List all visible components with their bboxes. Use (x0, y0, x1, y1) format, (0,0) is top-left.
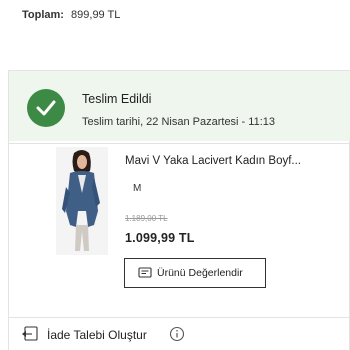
delivery-status: Teslim Edildi Teslim tarihi, 22 Nisan Pa… (9, 71, 350, 141)
return-request-row[interactable]: İade Talebi Oluştur (9, 317, 350, 347)
product-image[interactable] (56, 147, 108, 255)
info-icon[interactable] (169, 326, 185, 347)
total-label: Toplam: (22, 9, 64, 21)
section-gap (0, 36, 350, 70)
return-request-label: İade Talebi Oluştur (47, 328, 147, 342)
review-button-label: Ürünü Değerlendir (157, 267, 243, 279)
delivery-date: Teslim tarihi, 22 Nisan Pazartesi - 11:1… (82, 116, 275, 128)
review-product-button[interactable]: Ürünü Değerlendir (124, 258, 266, 288)
divider (9, 143, 350, 144)
review-icon (138, 267, 152, 279)
total-value: 899,99 TL (71, 9, 121, 21)
check-icon (27, 89, 65, 127)
return-icon (21, 326, 39, 347)
order-card: Teslim Edildi Teslim tarihi, 22 Nisan Pa… (8, 70, 350, 350)
order-total: Toplam: 899,99 TL (0, 0, 350, 36)
product-name[interactable]: Mavi V Yaka Lacivert Kadın Boyf... (125, 155, 350, 167)
status-title: Teslim Edildi (82, 92, 152, 106)
old-price: 1.189,00 TL (125, 214, 168, 223)
product-price: 1.099,99 TL (125, 231, 195, 245)
product-size: M (133, 183, 142, 194)
